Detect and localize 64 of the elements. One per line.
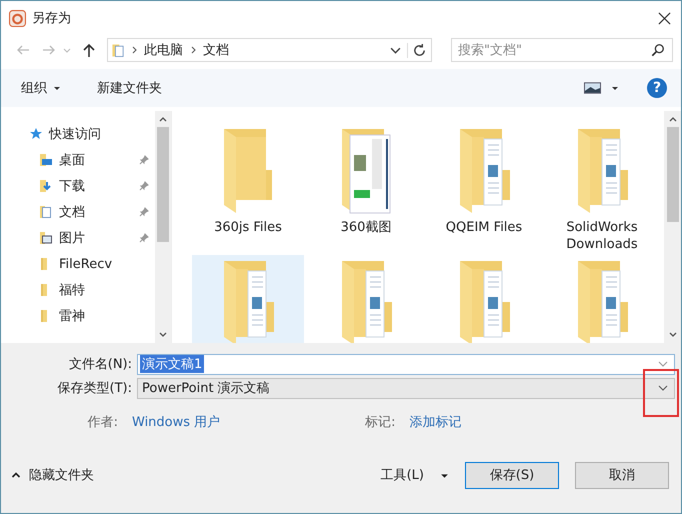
- pin-icon[interactable]: [139, 181, 149, 191]
- sidebar-item[interactable]: 雷神: [29, 303, 155, 329]
- field-label: 文件名(N):: [68, 356, 133, 373]
- hide-folders-button[interactable]: 隐藏文件夹: [11, 466, 94, 484]
- field-label: 作者:: [86, 414, 119, 431]
- star-icon: [29, 127, 43, 141]
- filename-field[interactable]: 演示文稿1: [137, 354, 675, 374]
- folder-item[interactable]: 360截图: [310, 123, 422, 247]
- download-folder-icon: [39, 179, 53, 193]
- scrollbar[interactable]: [664, 111, 681, 343]
- chevron-down-icon: [658, 383, 668, 393]
- save-type-dropdown[interactable]: PowerPoint 演示文稿: [137, 378, 675, 398]
- help-button[interactable]: ?: [647, 78, 667, 98]
- picture-folder-icon: [39, 231, 53, 245]
- sidebar-item[interactable]: 下载: [29, 173, 155, 199]
- annotation-frame: [643, 369, 679, 417]
- folder-item[interactable]: [192, 255, 304, 343]
- sidebar-item[interactable]: 桌面: [29, 147, 155, 173]
- organize-button[interactable]: 组织: [15, 76, 67, 100]
- sidebar-item[interactable]: 福特: [29, 277, 155, 303]
- caret-icon: [53, 84, 61, 92]
- field-label: 保存类型(T):: [56, 380, 133, 397]
- tools-button[interactable]: 工具(L): [380, 466, 449, 484]
- scroll-down-icon[interactable]: [158, 331, 168, 339]
- address-bar[interactable]: 此电脑 文档: [107, 38, 432, 62]
- cancel-button[interactable]: 取消: [575, 462, 669, 488]
- author-link[interactable]: Windows 用户: [132, 413, 220, 431]
- pin-icon[interactable]: [139, 207, 149, 217]
- folder-item[interactable]: QQEIM Files: [428, 123, 540, 247]
- path-segment[interactable]: 此电脑: [144, 41, 183, 59]
- sidebar-item[interactable]: 文档: [29, 199, 155, 225]
- desktop-folder-icon: [39, 153, 53, 167]
- sidebar-item[interactable]: 图片: [29, 225, 155, 251]
- chevron-right-icon: [130, 46, 138, 54]
- sidebar-item[interactable]: 快速访问: [29, 121, 155, 147]
- document-folder-icon: [39, 205, 53, 219]
- scroll-up-icon[interactable]: [668, 115, 678, 123]
- search-icon: [651, 43, 665, 57]
- app-icon: [9, 10, 26, 26]
- picture-view-icon[interactable]: [584, 81, 601, 95]
- add-tag-link[interactable]: 添加标记: [410, 413, 462, 431]
- chevron-right-icon: [189, 46, 197, 54]
- field-label: 标记:: [365, 414, 397, 431]
- pin-icon[interactable]: [139, 155, 149, 165]
- search-field[interactable]: 搜索"文档": [451, 38, 673, 62]
- scroll-down-icon[interactable]: [668, 331, 678, 339]
- up-arrow-icon[interactable]: [81, 42, 97, 58]
- scrollbar-thumb[interactable]: [157, 127, 169, 242]
- scrollbar[interactable]: [155, 111, 171, 343]
- refresh-icon[interactable]: [407, 42, 427, 58]
- chevron-up-icon: [11, 471, 21, 479]
- caret-icon[interactable]: [611, 84, 619, 92]
- pin-icon[interactable]: [139, 233, 149, 243]
- window-title: 另存为: [32, 10, 71, 27]
- sidebar-item[interactable]: FileRecv: [29, 251, 155, 277]
- scrollbar-thumb[interactable]: [666, 127, 678, 222]
- scroll-up-icon[interactable]: [158, 115, 168, 123]
- new-folder-button[interactable]: 新建文件夹: [91, 76, 168, 100]
- path-segment[interactable]: 文档: [203, 41, 229, 59]
- folder-item[interactable]: 360js Files: [192, 123, 304, 247]
- folder-item[interactable]: SolidWorks Downloads: [546, 123, 658, 247]
- close-icon[interactable]: [658, 12, 671, 24]
- save-button[interactable]: 保存(S): [465, 462, 559, 488]
- document-folder-icon: [112, 42, 124, 58]
